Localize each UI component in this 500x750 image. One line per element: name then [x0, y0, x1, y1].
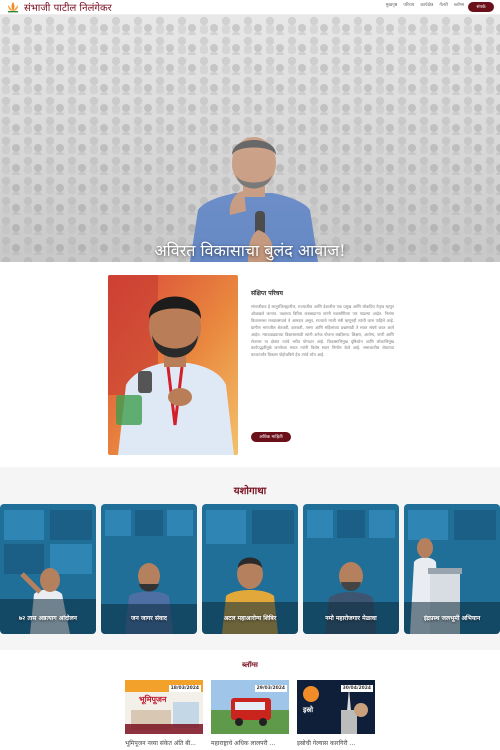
blogs-section: ब्लॉग्स भूमिपूजन 18/03/2024 भूमिपूजन नव्…	[0, 650, 500, 750]
story-card-label: अटल महाआरोग्य शिबिर	[223, 615, 277, 622]
lotus-logo-icon[interactable]	[5, 0, 21, 14]
nav-about[interactable]: परिचय	[403, 2, 414, 8]
story-card-label: नमो महारोजगार मेळावा	[325, 615, 377, 622]
blog-date: 18/03/2024	[168, 685, 201, 692]
blog-image: भूमिपूजन 18/03/2024	[125, 680, 203, 734]
story-card-label: इंद्रप्रस्थ जलभूमी अभियान	[423, 615, 481, 622]
main-nav: मुखपृष्ठ परिचय कार्यक्षेत्र गॅलरी ब्लॉग्…	[386, 2, 464, 8]
about-heading: संक्षिप्त परिचय	[251, 290, 283, 297]
blog-card[interactable]: इस्रो 30/04/2024 इस्रोची गेल्यास कारगिरी…	[297, 680, 375, 750]
blog-image: 29/03/2024	[211, 680, 289, 734]
story-card[interactable]: इंद्रप्रस्थ जलभूमी अभियान	[404, 504, 500, 634]
more-info-button[interactable]: अधिक माहिती	[251, 432, 291, 442]
story-card[interactable]: ७२ तास अन्नत्याग आंदोलन	[0, 504, 96, 634]
story-card[interactable]: नमो महारोजगार मेळावा	[303, 504, 399, 634]
yashogatha-title: यशोगाथा	[233, 486, 267, 497]
hero-overlay	[0, 15, 500, 262]
hero-tagline: अविरत विकासाचा बुलंद आवाज!	[154, 241, 346, 260]
story-card-label: जन जागर संवाद	[131, 615, 167, 622]
blog-date: 29/03/2024	[254, 685, 287, 692]
nav-blogs[interactable]: ब्लॉग्स	[454, 2, 464, 8]
nav-gallery[interactable]: गॅलरी	[439, 2, 448, 8]
blog-caption[interactable]: महाराष्ट्राचे अधिक लालपरी ...	[211, 739, 301, 747]
blog-caption[interactable]: भूमिपूजन नव्या संकेत अंति बी...	[125, 739, 215, 747]
hero-banner: अविरत विकासाचा बुलंद आवाज!	[0, 15, 500, 262]
blog-caption[interactable]: इस्रोची गेल्यास कारगिरी ...	[297, 739, 387, 747]
yashogatha-carousel: ७२ तास अन्नत्याग आंदोलन जन जागर संवाद अट…	[0, 504, 500, 667]
blog-card[interactable]: 29/03/2024 महाराष्ट्राचे अधिक लालपरी ...	[211, 680, 289, 750]
about-section: संक्षिप्त परिचय संभाजीराव हे लातूरजिल्ह्…	[0, 262, 500, 467]
blogs-title: ब्लॉग्स	[242, 660, 258, 669]
about-text: संभाजीराव हे लातूरजिल्ह्यातील, राज्यातील…	[251, 304, 394, 358]
story-card[interactable]: अटल महाआरोग्य शिबिर	[202, 504, 298, 634]
site-title[interactable]: संभाजी पाटील निलंगेकर	[24, 0, 112, 14]
story-card-label: ७२ तास अन्नत्याग आंदोलन	[19, 615, 77, 622]
blog-date: 30/04/2024	[340, 685, 373, 692]
blog-banner-text: भूमिपूजन	[139, 695, 167, 704]
site-header: संभाजी पाटील निलंगेकर मुखपृष्ठ परिचय कार…	[0, 0, 500, 15]
blog-image: इस्रो 30/04/2024	[297, 680, 375, 734]
about-portrait-image	[108, 275, 238, 455]
blog-card[interactable]: भूमिपूजन 18/03/2024 भूमिपूजन नव्या संकेत…	[125, 680, 203, 750]
blog-banner-text: इस्रो	[303, 706, 314, 714]
nav-work[interactable]: कार्यक्षेत्र	[420, 2, 433, 8]
yashogatha-section: यशोगाथा ७२ तास अन्नत्याग आंदोलन जन जागर …	[0, 467, 500, 667]
story-card[interactable]: जन जागर संवाद	[101, 504, 197, 634]
contact-button[interactable]: संपर्क	[468, 2, 494, 12]
nav-home[interactable]: मुखपृष्ठ	[386, 2, 398, 8]
